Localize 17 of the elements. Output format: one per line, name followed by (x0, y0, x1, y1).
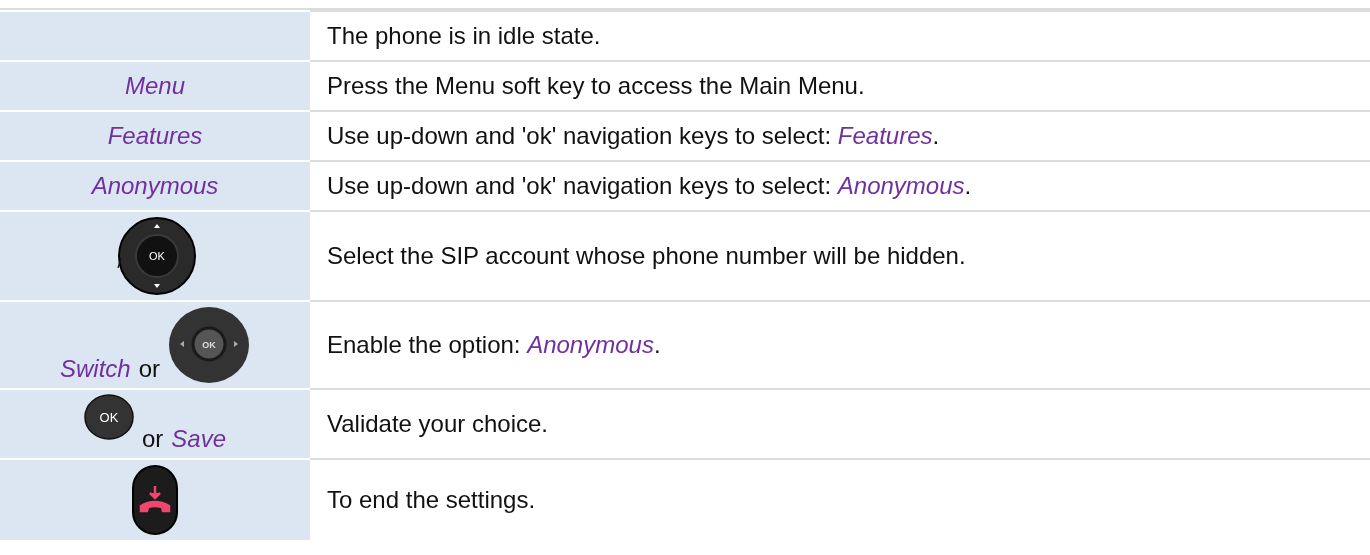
navigation-key-icon: OK (168, 306, 250, 384)
step-description: Validate your choice. (327, 410, 548, 438)
step-description: To end the settings. (327, 486, 536, 514)
or-text: or (141, 424, 164, 454)
step-description: Enable the option: Anonymous. (327, 331, 661, 359)
or-text: or (138, 354, 160, 384)
step-description: Select the SIP account whose phone number will be hidden. (327, 242, 966, 270)
step-description: Use up-down and 'ok' navigation keys to select: Anonymous. (327, 172, 972, 200)
softkey-label: Anonymous (91, 171, 219, 201)
softkey-label: Save (171, 424, 226, 454)
step-description: Press the Menu soft key to access the Main Menu. (327, 72, 865, 100)
softkey-label: Switch (60, 354, 131, 384)
step-description: Use up-down and 'ok' navigation keys to select: Features. (327, 122, 940, 150)
step-description: The phone is in idle state. (327, 22, 601, 50)
softkey-label: Menu (124, 71, 185, 101)
ok-key-icon: OK (83, 394, 134, 440)
softkey-label: Features (107, 121, 203, 151)
